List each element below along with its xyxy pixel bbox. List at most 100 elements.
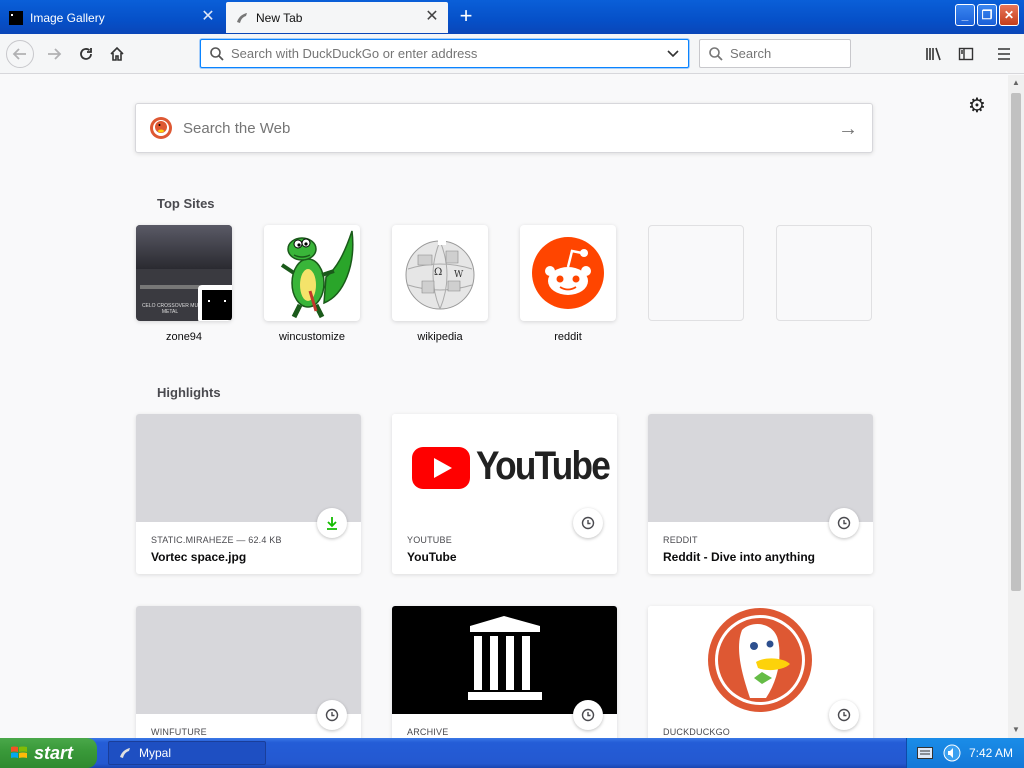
minimize-button[interactable]: _ (955, 4, 975, 26)
card-source: ARCHIVE (407, 727, 449, 737)
svg-text:Ω: Ω (434, 267, 442, 278)
lizard-icon (120, 748, 130, 758)
arrow-left-icon (12, 48, 26, 60)
back-button[interactable] (6, 40, 34, 68)
library-button[interactable] (920, 40, 948, 68)
chevron-down-icon[interactable] (666, 46, 680, 60)
close-window-button[interactable]: ✕ (999, 4, 1019, 26)
card-source: REDDIT (663, 535, 698, 545)
card-thumbnail (648, 414, 873, 522)
top-site-wikipedia[interactable]: Ω W wikipedia (392, 225, 488, 343)
site-label: zone94 (165, 331, 203, 343)
clock-icon (573, 508, 603, 538)
highlight-card[interactable]: WINFUTURE (136, 606, 361, 738)
tab-new-tab[interactable]: New Tab ✕ (226, 2, 448, 33)
lizard-icon (237, 12, 247, 23)
system-tray: 7:42 AM (906, 738, 1024, 768)
wikipedia-globe-icon: Ω W (405, 239, 475, 310)
home-button[interactable] (103, 40, 131, 68)
thumbnail-caption: CELO CROSSOVER MU METAL (141, 303, 199, 315)
address-input[interactable] (231, 46, 651, 61)
card-source: STATIC.MIRAHEZE — 62.4 KB (151, 535, 282, 545)
black-square-icon (9, 10, 23, 25)
address-bar[interactable] (200, 39, 689, 68)
scroll-up-arrow-icon[interactable]: ▲ (1008, 75, 1024, 91)
arrow-right-icon[interactable]: → (838, 118, 858, 141)
highlights-title: Highlights (157, 385, 221, 400)
gecko-mascot-icon (280, 230, 354, 319)
taskbar-item-mypal[interactable]: Mypal (108, 741, 266, 765)
sidebar-button[interactable] (952, 40, 980, 68)
site-thumbnail (264, 225, 360, 321)
search-input[interactable] (730, 46, 840, 61)
vertical-scrollbar[interactable]: ▲ ▼ (1008, 75, 1024, 738)
library-icon (926, 47, 941, 61)
card-title: Vortec space.jpg (151, 550, 247, 564)
card-thumbnail (136, 414, 361, 522)
card-thumbnail (392, 606, 617, 714)
home-icon (110, 46, 124, 61)
top-site-empty[interactable] (776, 225, 872, 331)
clock-icon (829, 700, 859, 730)
top-site-reddit[interactable]: reddit (520, 225, 616, 343)
top-site-empty[interactable] (648, 225, 744, 331)
close-icon[interactable]: ✕ (424, 9, 440, 25)
highlight-card[interactable]: YouTube YOUTUBE YouTube (392, 414, 617, 574)
site-thumbnail: Ω W (392, 225, 488, 321)
black-square-icon (202, 290, 232, 320)
reload-button[interactable] (72, 40, 100, 68)
clock-icon (573, 700, 603, 730)
search-icon (709, 46, 723, 61)
scroll-down-arrow-icon[interactable]: ▼ (1008, 722, 1024, 738)
card-source: DUCKDUCKGO (663, 727, 731, 737)
menu-button[interactable] (990, 40, 1018, 68)
site-thumbnail (520, 225, 616, 321)
gear-icon[interactable]: ⚙ (966, 95, 988, 117)
site-thumbnail: CELO CROSSOVER MU METAL (136, 225, 232, 321)
card-source: YOUTUBE (407, 535, 452, 545)
scrollbar-thumb[interactable] (1011, 93, 1021, 591)
tab-title: Image Gallery (30, 10, 105, 25)
title-bar: Image Gallery ✕ New Tab ✕ + _ ❐ ✕ (0, 0, 1024, 34)
duckduckgo-logo-icon (708, 608, 812, 712)
clock: 7:42 AM (969, 746, 1014, 760)
new-tab-button[interactable]: + (455, 5, 477, 28)
archive-building-icon (468, 616, 542, 700)
highlight-card[interactable]: REDDIT Reddit - Dive into anything (648, 414, 873, 574)
download-icon (317, 508, 347, 538)
search-icon (210, 46, 224, 61)
card-thumbnail (648, 606, 873, 714)
web-search-input[interactable] (183, 119, 803, 137)
arrow-right-icon (48, 48, 62, 60)
web-search-box[interactable]: → (135, 103, 873, 153)
start-button[interactable]: start (0, 738, 97, 768)
taskbar: start Mypal 7:42 AM (0, 738, 1024, 768)
restore-button[interactable]: ❐ (977, 4, 997, 26)
card-title: Reddit - Dive into anything (663, 550, 815, 564)
sidebar-icon (958, 47, 974, 61)
close-icon[interactable]: ✕ (200, 9, 216, 25)
clock-icon (317, 700, 347, 730)
tab-title: New Tab (256, 10, 303, 25)
empty-tile (648, 225, 744, 321)
forward-button[interactable] (40, 40, 68, 68)
clock-icon (829, 508, 859, 538)
duckduckgo-logo-icon (150, 117, 172, 139)
search-bar[interactable] (699, 39, 851, 68)
reddit-logo-icon (532, 237, 604, 309)
site-label: wincustomize (278, 331, 346, 343)
svg-text:W: W (454, 270, 464, 280)
highlight-card[interactable]: ARCHIVE (392, 606, 617, 738)
keyboard-icon[interactable] (917, 747, 933, 759)
card-source: WINFUTURE (151, 727, 207, 737)
hamburger-menu-icon (998, 48, 1010, 60)
taskbar-item-label: Mypal (139, 746, 172, 760)
card-thumbnail (136, 606, 361, 714)
volume-icon[interactable] (943, 744, 961, 762)
highlight-card[interactable]: DUCKDUCKGO (648, 606, 873, 738)
top-site-wincustomize[interactable]: wincustomize (264, 225, 360, 343)
top-site-zone94[interactable]: CELO CROSSOVER MU METAL zone94 (136, 225, 232, 343)
highlight-card[interactable]: STATIC.MIRAHEZE — 62.4 KB Vortec space.j… (136, 414, 361, 574)
top-sites-title: Top Sites (157, 196, 215, 211)
tab-image-gallery[interactable]: Image Gallery ✕ (0, 2, 224, 33)
